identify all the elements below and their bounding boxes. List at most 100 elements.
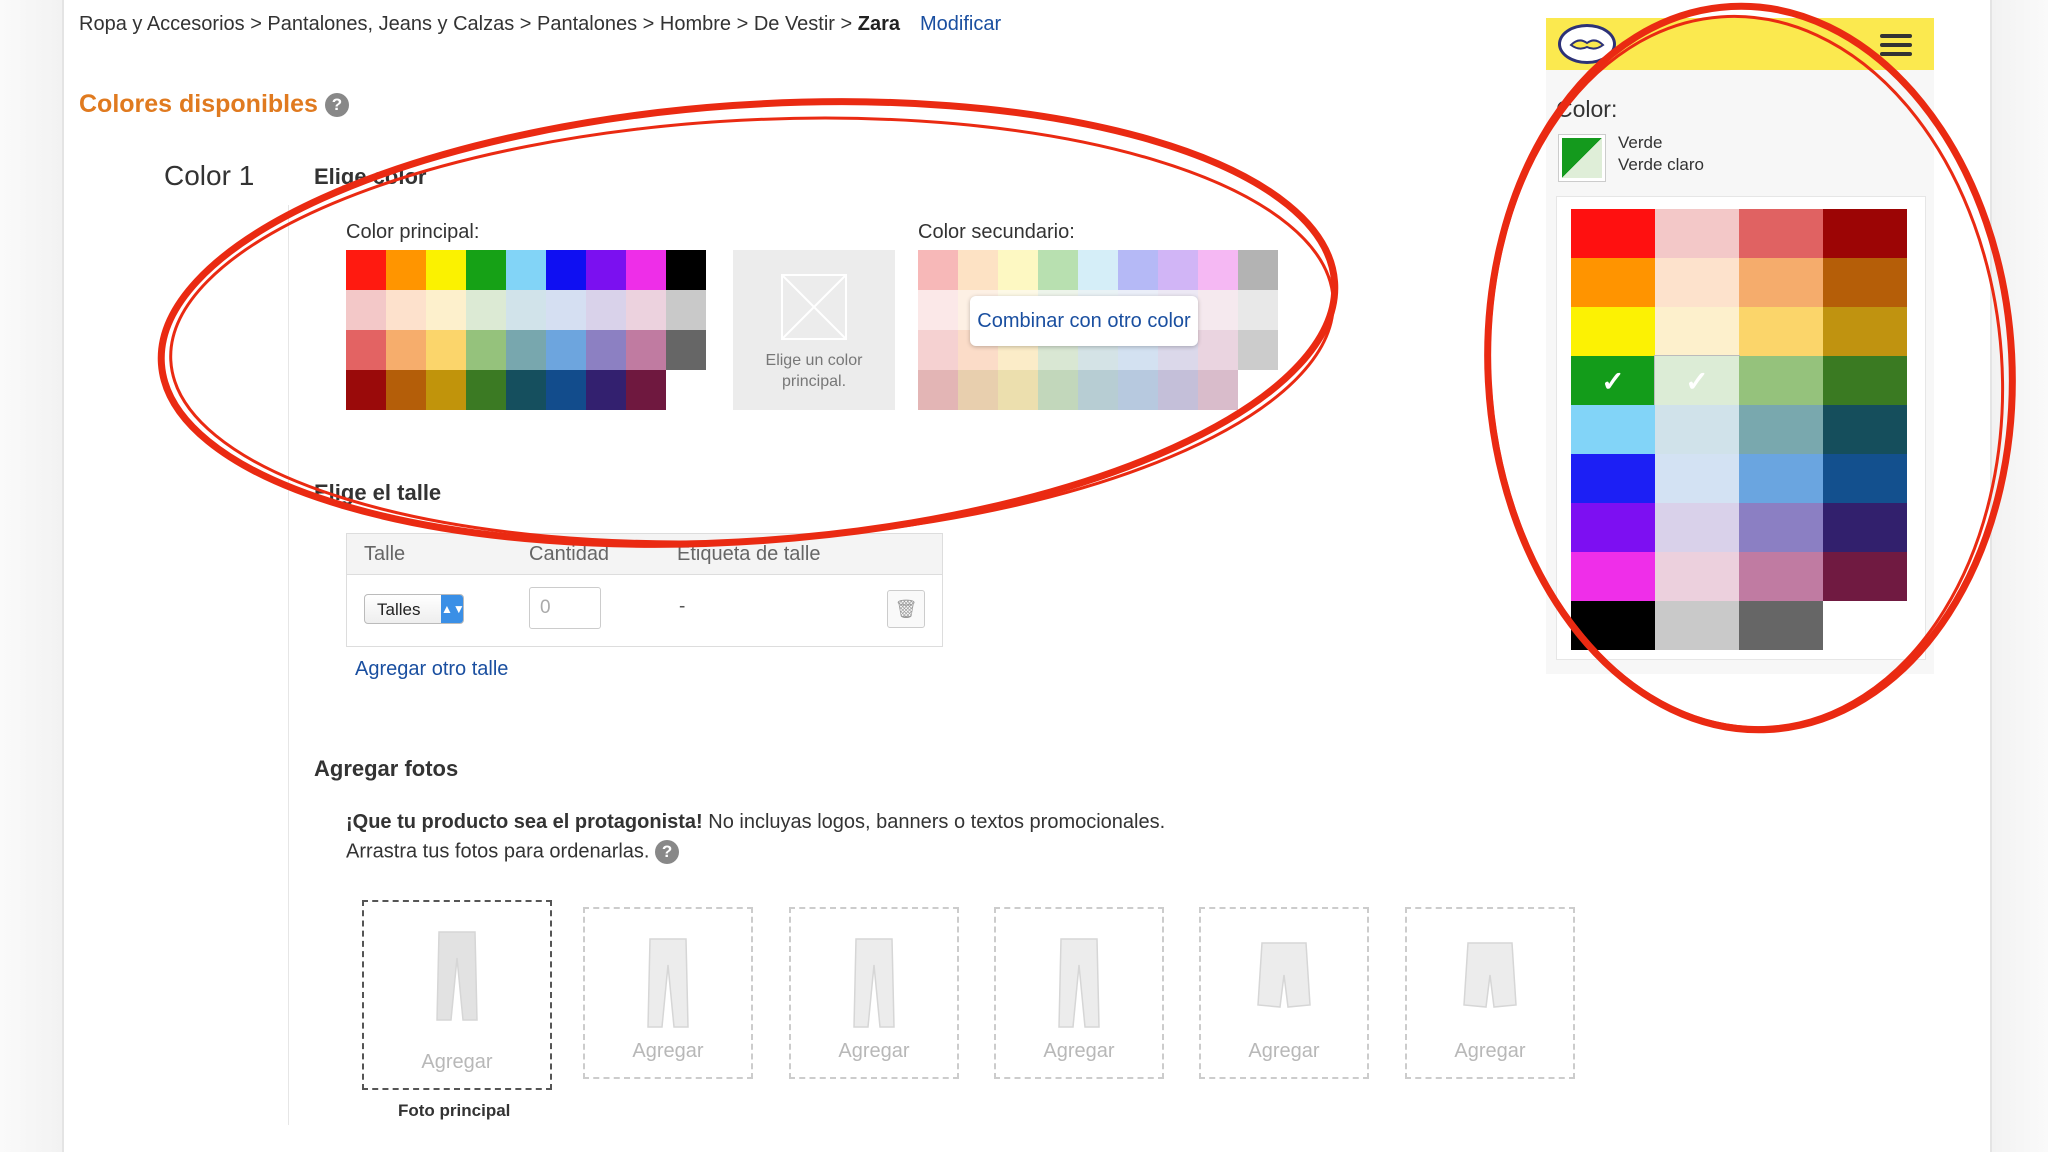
- mobile-swatch-16[interactable]: [1571, 405, 1655, 454]
- combine-color-button[interactable]: Combinar con otro color: [970, 296, 1198, 346]
- mobile-swatch-35[interactable]: [1823, 601, 1907, 650]
- secondary-swatch-1[interactable]: [958, 250, 998, 290]
- primary-swatch-10[interactable]: [386, 290, 426, 330]
- mobile-swatch-3[interactable]: [1823, 209, 1907, 258]
- secondary-swatch-2[interactable]: [998, 250, 1038, 290]
- primary-swatch-12[interactable]: [466, 290, 506, 330]
- photo-slot-2[interactable]: Agregar: [789, 907, 959, 1079]
- mobile-swatch-26[interactable]: [1739, 503, 1823, 552]
- primary-swatch-22[interactable]: [506, 330, 546, 370]
- primary-swatch-35[interactable]: [666, 370, 706, 410]
- mobile-swatch-7[interactable]: [1823, 258, 1907, 307]
- primary-swatch-25[interactable]: [626, 330, 666, 370]
- mobile-swatch-23[interactable]: [1823, 454, 1907, 503]
- primary-swatch-21[interactable]: [466, 330, 506, 370]
- breadcrumb-path[interactable]: Ropa y Accesorios > Pantalones, Jeans y …: [79, 13, 858, 35]
- secondary-swatch-25[interactable]: [1198, 330, 1238, 370]
- photos-help-icon[interactable]: ?: [655, 840, 680, 864]
- mobile-swatch-4[interactable]: [1571, 258, 1655, 307]
- primary-swatch-24[interactable]: [586, 330, 626, 370]
- mobile-swatch-1[interactable]: [1655, 209, 1739, 258]
- mobile-swatch-0[interactable]: [1571, 209, 1655, 258]
- secondary-swatch-31[interactable]: [1078, 370, 1118, 410]
- photo-slot-4[interactable]: Agregar: [1199, 907, 1369, 1079]
- primary-swatch-17[interactable]: [666, 290, 706, 330]
- help-icon[interactable]: ?: [324, 93, 349, 118]
- mobile-swatch-20[interactable]: [1571, 454, 1655, 503]
- primary-swatch-18[interactable]: [346, 330, 386, 370]
- mobile-swatch-12[interactable]: ✓: [1571, 356, 1655, 405]
- mobile-swatch-29[interactable]: [1655, 552, 1739, 601]
- trash-icon[interactable]: 🗑: [887, 590, 925, 628]
- quantity-input[interactable]: 0: [529, 587, 601, 629]
- secondary-swatch-5[interactable]: [1118, 250, 1158, 290]
- primary-swatch-13[interactable]: [506, 290, 546, 330]
- mobile-swatch-19[interactable]: [1823, 405, 1907, 454]
- mobile-swatch-9[interactable]: [1655, 307, 1739, 356]
- primary-swatch-6[interactable]: [586, 250, 626, 290]
- mobile-swatch-24[interactable]: [1571, 503, 1655, 552]
- primary-swatch-3[interactable]: [466, 250, 506, 290]
- menu-icon[interactable]: [1880, 34, 1912, 56]
- secondary-swatch-27[interactable]: [918, 370, 958, 410]
- mobile-swatch-5[interactable]: [1655, 258, 1739, 307]
- primary-swatch-19[interactable]: [386, 330, 426, 370]
- mobile-swatch-10[interactable]: [1739, 307, 1823, 356]
- primary-swatch-27[interactable]: [346, 370, 386, 410]
- mobile-swatch-31[interactable]: [1823, 552, 1907, 601]
- primary-swatch-15[interactable]: [586, 290, 626, 330]
- secondary-swatch-28[interactable]: [958, 370, 998, 410]
- primary-swatch-30[interactable]: [466, 370, 506, 410]
- secondary-swatch-26[interactable]: [1238, 330, 1278, 370]
- mobile-swatch-25[interactable]: [1655, 503, 1739, 552]
- mobile-swatch-6[interactable]: [1739, 258, 1823, 307]
- mobile-swatch-21[interactable]: [1655, 454, 1739, 503]
- primary-swatch-16[interactable]: [626, 290, 666, 330]
- primary-swatch-14[interactable]: [546, 290, 586, 330]
- modify-link[interactable]: Modificar: [920, 13, 1001, 35]
- mobile-swatch-14[interactable]: [1739, 356, 1823, 405]
- photo-slot-1[interactable]: Agregar: [583, 907, 753, 1079]
- primary-swatch-26[interactable]: [666, 330, 706, 370]
- mobile-swatch-32[interactable]: [1571, 601, 1655, 650]
- mobile-swatch-2[interactable]: [1739, 209, 1823, 258]
- secondary-swatch-8[interactable]: [1238, 250, 1278, 290]
- secondary-swatch-9[interactable]: [918, 290, 958, 330]
- mobile-swatch-33[interactable]: [1655, 601, 1739, 650]
- secondary-swatch-6[interactable]: [1158, 250, 1198, 290]
- secondary-swatch-32[interactable]: [1118, 370, 1158, 410]
- mobile-swatch-22[interactable]: [1739, 454, 1823, 503]
- primary-swatch-29[interactable]: [426, 370, 466, 410]
- primary-swatch-0[interactable]: [346, 250, 386, 290]
- primary-swatch-23[interactable]: [546, 330, 586, 370]
- selected-color-chip[interactable]: [1558, 134, 1606, 182]
- mobile-swatch-18[interactable]: [1739, 405, 1823, 454]
- secondary-swatch-16[interactable]: [1198, 290, 1238, 330]
- primary-swatch-28[interactable]: [386, 370, 426, 410]
- secondary-swatch-33[interactable]: [1158, 370, 1198, 410]
- mobile-swatch-34[interactable]: [1739, 601, 1823, 650]
- main-photo-slot[interactable]: Agregar: [362, 900, 552, 1090]
- mobile-swatch-11[interactable]: [1823, 307, 1907, 356]
- primary-swatch-1[interactable]: [386, 250, 426, 290]
- primary-swatch-4[interactable]: [506, 250, 546, 290]
- photo-slot-3[interactable]: Agregar: [994, 907, 1164, 1079]
- primary-swatch-7[interactable]: [626, 250, 666, 290]
- secondary-swatch-17[interactable]: [1238, 290, 1278, 330]
- photo-slot-5[interactable]: Agregar: [1405, 907, 1575, 1079]
- primary-swatch-8[interactable]: [666, 250, 706, 290]
- mobile-swatch-27[interactable]: [1823, 503, 1907, 552]
- primary-swatch-9[interactable]: [346, 290, 386, 330]
- mobile-swatch-30[interactable]: [1739, 552, 1823, 601]
- secondary-swatch-34[interactable]: [1198, 370, 1238, 410]
- mobile-swatch-13[interactable]: ✓: [1654, 355, 1740, 406]
- secondary-swatch-4[interactable]: [1078, 250, 1118, 290]
- secondary-swatch-30[interactable]: [1038, 370, 1078, 410]
- mobile-swatch-28[interactable]: [1571, 552, 1655, 601]
- secondary-swatch-7[interactable]: [1198, 250, 1238, 290]
- primary-swatch-33[interactable]: [586, 370, 626, 410]
- mobile-swatch-15[interactable]: [1823, 356, 1907, 405]
- handshake-logo-icon[interactable]: [1558, 24, 1616, 64]
- primary-swatch-20[interactable]: [426, 330, 466, 370]
- primary-swatch-32[interactable]: [546, 370, 586, 410]
